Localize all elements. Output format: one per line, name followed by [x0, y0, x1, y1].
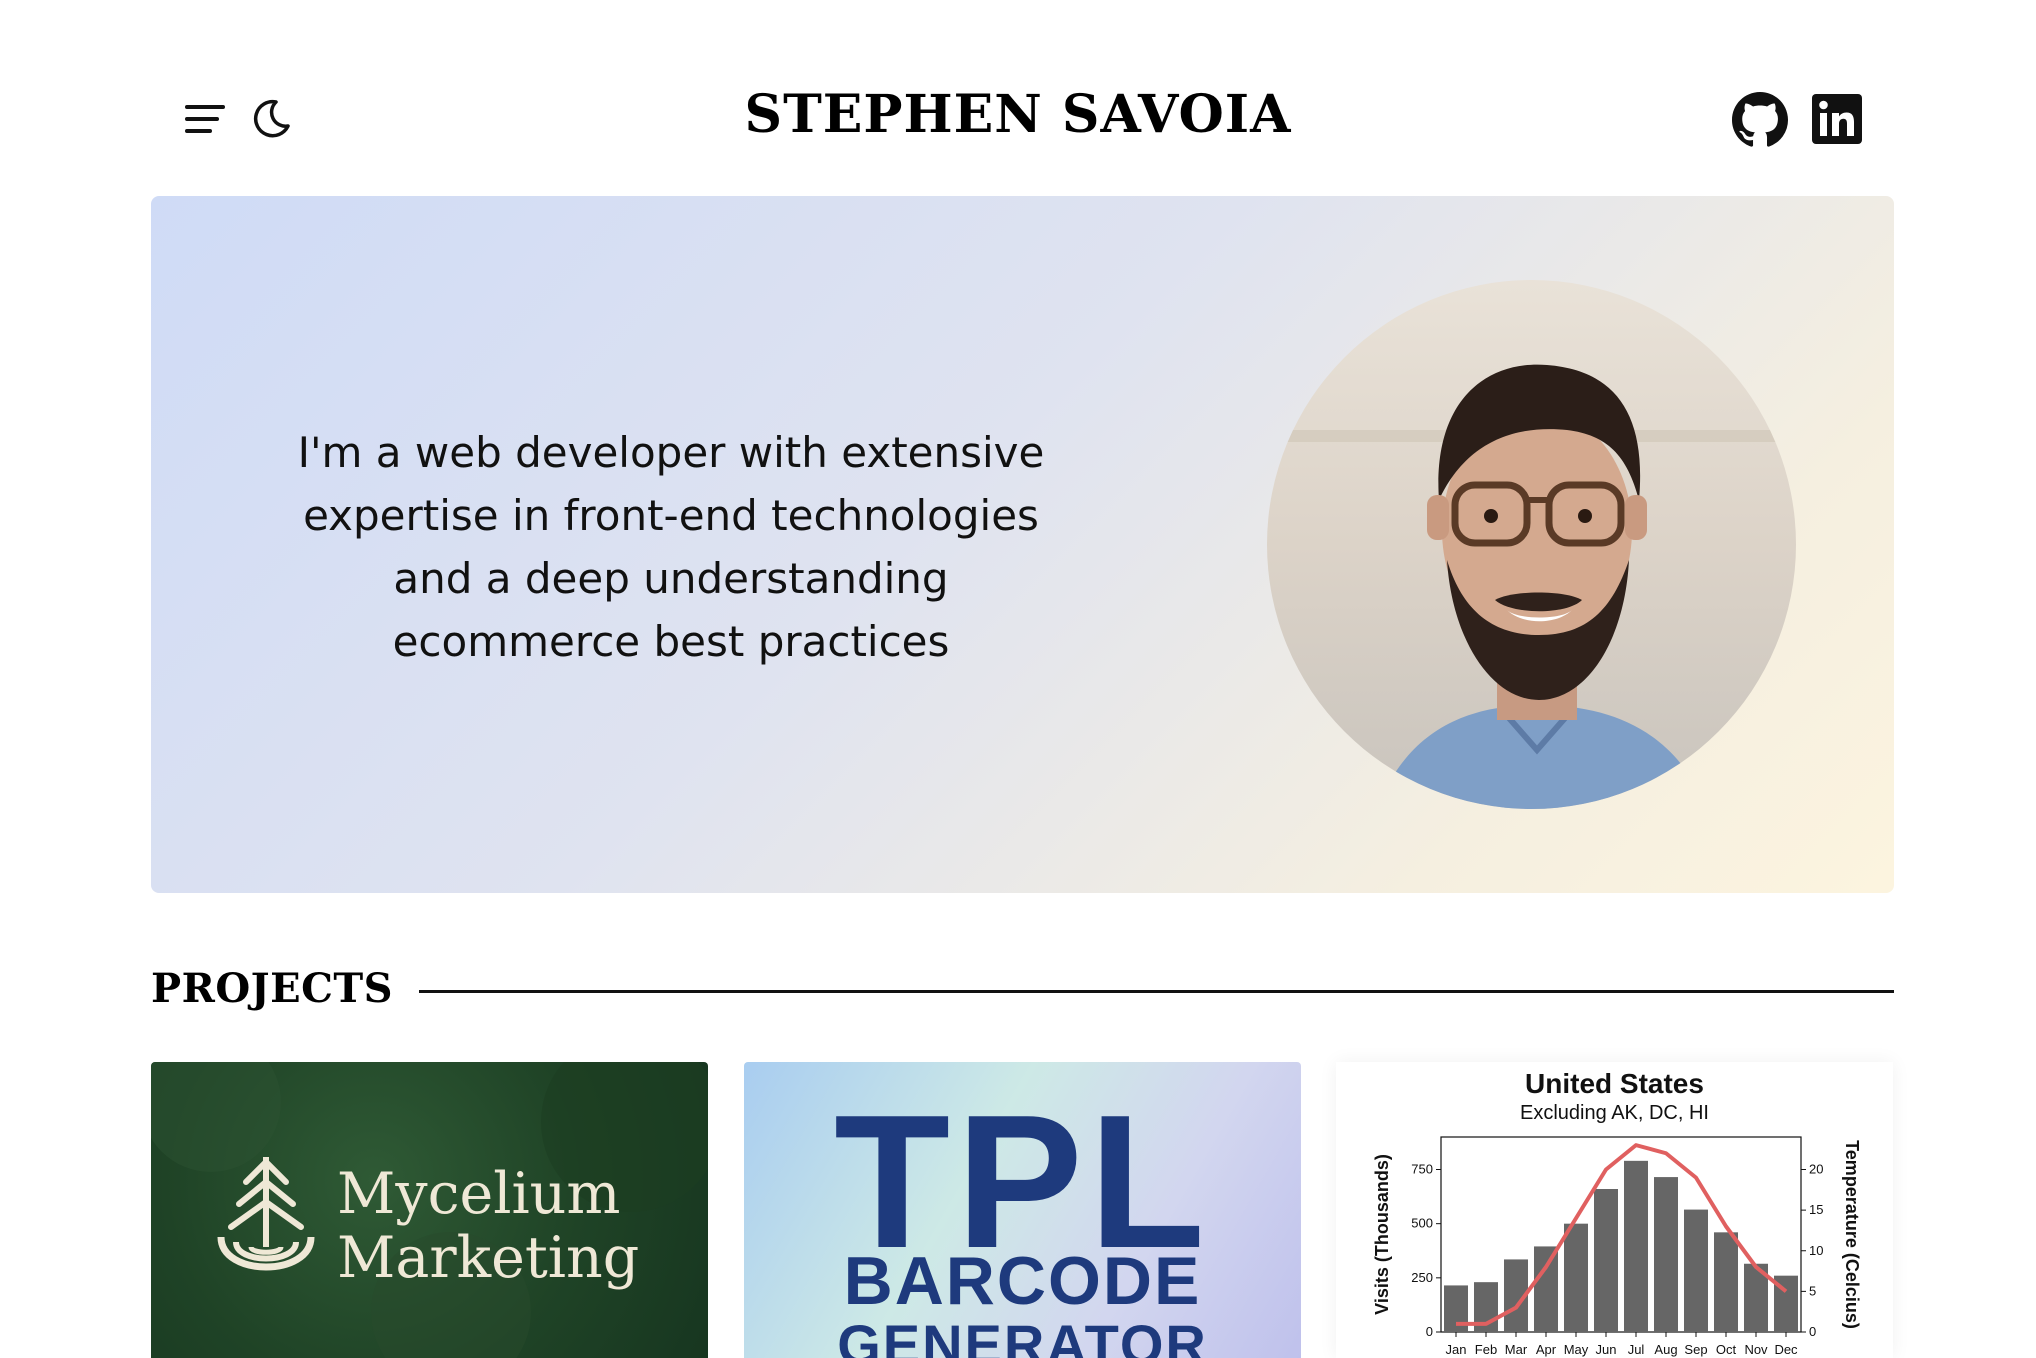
y-tick-label: 500 [1411, 1216, 1433, 1231]
y-tick-label: 0 [1426, 1324, 1433, 1339]
visits-temperature-chart: 0 250 500 750 0 5 10 15 20 Jan Feb Mar Apr May Jun Jul A… [1372, 1136, 1862, 1357]
y-tick-label: 750 [1411, 1162, 1433, 1177]
hero-banner: I'm a web developer with extensive exper… [151, 196, 1894, 893]
site-header: STEPHEN SAVOIA [0, 0, 2036, 195]
github-icon[interactable] [1732, 92, 1788, 148]
x-tick-label: Aug [1654, 1342, 1677, 1357]
y2-tick-label: 5 [1809, 1283, 1816, 1298]
x-tick-label: Jan [1446, 1342, 1467, 1357]
bar [1564, 1223, 1588, 1332]
bio-line: and a deep understanding [393, 554, 949, 603]
x-tick-label: Sep [1684, 1342, 1707, 1357]
profile-photo [1267, 280, 1796, 809]
linkedin-icon[interactable] [1810, 92, 1864, 146]
x-tick-label: Mar [1505, 1342, 1528, 1357]
logo-line: Marketing [337, 1225, 640, 1291]
bio-line: I'm a web developer with extensive [297, 428, 1045, 477]
y-tick-label: 250 [1411, 1270, 1433, 1285]
project-card-mycelium-marketing[interactable]: Mycelium Marketing [151, 1062, 708, 1358]
bar [1594, 1189, 1618, 1332]
y2-tick-label: 0 [1809, 1324, 1816, 1339]
x-tick-label: Oct [1716, 1342, 1737, 1357]
y2-axis-label: Temperature (Celcius) [1842, 1140, 1862, 1329]
project-card-visits-chart[interactable]: United States Excluding AK, DC, HI 0 250 5… [1336, 1062, 1893, 1358]
x-tick-label: Jul [1628, 1342, 1645, 1357]
x-tick-label: Dec [1774, 1342, 1798, 1357]
x-tick-label: Nov [1744, 1342, 1768, 1357]
pine-tree-logo-icon [211, 1152, 321, 1302]
y2-tick-label: 15 [1809, 1202, 1823, 1217]
mycelium-logo-text: Mycelium Marketing [337, 1162, 639, 1290]
bar [1624, 1160, 1648, 1332]
generator-text: GENERATOR [837, 1313, 1208, 1358]
logo-line: Mycelium [337, 1161, 621, 1227]
bio-line: expertise in front-end technologies [303, 491, 1039, 540]
bio-line: ecommerce best practices [392, 617, 950, 666]
y2-tick-label: 10 [1809, 1243, 1823, 1258]
bar [1684, 1209, 1708, 1332]
projects-heading: PROJECTS [151, 965, 394, 1012]
y2-tick-label: 20 [1809, 1162, 1823, 1177]
project-card-tpl-barcode-generator[interactable]: TPL BARCODE GENERATOR [744, 1062, 1301, 1358]
x-tick-label: Feb [1475, 1342, 1497, 1357]
barcode-text: BARCODE [843, 1243, 1202, 1319]
site-title[interactable]: STEPHEN SAVOIA [0, 84, 2036, 145]
x-tick-label: May [1564, 1342, 1589, 1357]
section-divider [419, 990, 1894, 993]
bar [1714, 1232, 1738, 1332]
bio-text: I'm a web developer with extensive exper… [271, 421, 1071, 673]
x-tick-label: Apr [1536, 1342, 1557, 1357]
x-tick-label: Jun [1596, 1342, 1617, 1357]
y-axis-label: Visits (Thousands) [1372, 1154, 1392, 1315]
bar [1654, 1177, 1678, 1332]
bar [1534, 1246, 1558, 1332]
